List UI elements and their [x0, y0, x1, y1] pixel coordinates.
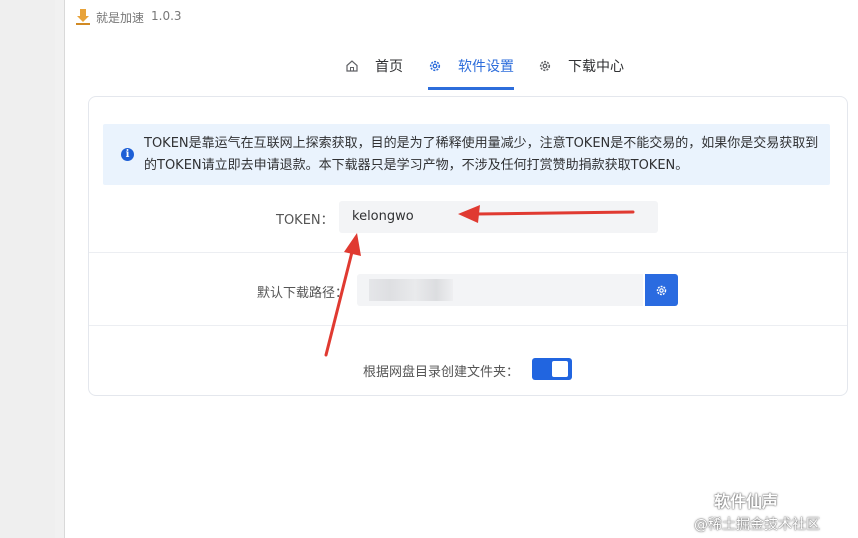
notice-text: TOKEN是靠运气在互联网上探索获取，目的是为了稀释使用量减少，注意TOKEN是… — [144, 136, 819, 173]
watermark-account: 软件仙声 — [714, 492, 779, 511]
tab-home[interactable]: 首页 — [345, 44, 403, 88]
token-notice: i TOKEN是靠运气在互联网上探索获取，目的是为了稀释使用量减少，注意TOKE… — [103, 124, 830, 185]
token-label: TOKEN： — [276, 213, 334, 228]
desktop-background — [0, 0, 55, 538]
settings-panel: i TOKEN是靠运气在互联网上探索获取，目的是为了稀释使用量减少，注意TOKE… — [88, 96, 848, 396]
download-path-label: 默认下载路径： — [257, 286, 349, 301]
app-version: 1.0.3 — [151, 9, 182, 23]
watermark-site: @稀土掘金技术社区 — [694, 517, 820, 533]
tab-home-label: 首页 — [375, 59, 403, 75]
download-path-input[interactable] — [357, 274, 643, 306]
blurred-path-value — [369, 279, 453, 301]
create-folder-toggle[interactable] — [532, 358, 572, 380]
app-title: 就是加速 — [96, 11, 145, 25]
tab-settings[interactable]: 软件设置 — [428, 44, 514, 88]
tab-bar: 首页 软件设置 下载中心 — [65, 44, 858, 90]
gear-icon — [656, 285, 667, 295]
wechat-icon — [690, 490, 712, 508]
tab-download-center[interactable]: 下载中心 — [538, 44, 624, 88]
tab-download-center-label: 下载中心 — [568, 59, 624, 75]
download-app-icon — [76, 9, 90, 25]
token-input[interactable]: kelongwo — [339, 201, 658, 233]
divider — [89, 252, 847, 253]
tab-settings-label: 软件设置 — [458, 59, 514, 75]
title-bar: 就是加速 1.0.3 — [65, 0, 858, 34]
gear-icon — [429, 60, 441, 72]
choose-path-button[interactable] — [645, 274, 678, 306]
create-folder-label: 根据网盘目录创建文件夹： — [363, 365, 520, 380]
gear-icon — [539, 60, 551, 72]
divider — [89, 325, 847, 326]
info-icon: i — [121, 148, 134, 161]
active-tab-indicator — [428, 87, 514, 90]
home-icon — [346, 60, 358, 72]
app-window: 就是加速 1.0.3 首页 软件设置 下载中心 i TOKEN是靠运气在互联网上… — [64, 0, 858, 538]
toggle-knob — [552, 361, 568, 377]
